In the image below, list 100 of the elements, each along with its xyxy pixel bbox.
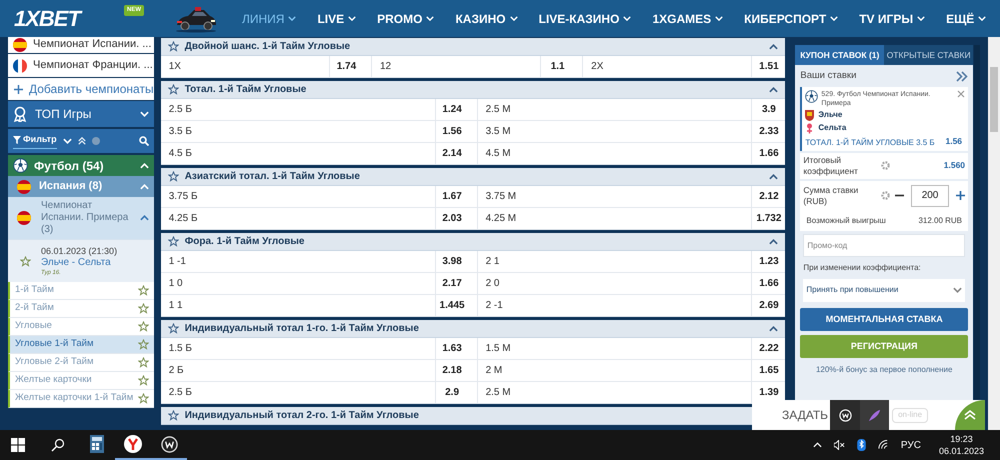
outcome-label: 1X — [168, 60, 182, 74]
stake-input[interactable]: 200 — [911, 184, 950, 207]
championship-item[interactable]: Чемпионат Испании. ... — [8, 37, 154, 53]
odds-button[interactable]: 1.23 — [751, 251, 786, 272]
star-icon[interactable] — [138, 285, 149, 296]
nav-tab[interactable]: 1XGAMES — [652, 10, 724, 28]
odds-button[interactable]: 2.69 — [751, 295, 786, 316]
odds-button[interactable]: 1.24 — [434, 99, 469, 120]
nav-tab[interactable]: КИБЕРСПОРТ — [744, 10, 838, 28]
clock[interactable]: 19:23 06.01.2023 — [938, 433, 984, 457]
star-icon[interactable] — [138, 303, 149, 314]
odds-button[interactable]: 2.03 — [434, 208, 469, 229]
star-icon[interactable] — [138, 339, 149, 350]
odds-button[interactable]: 1.56 — [434, 121, 469, 142]
odds-button[interactable]: 1.66 — [751, 143, 786, 164]
caret-down-icon — [288, 16, 296, 21]
odds-change-select[interactable]: Принять при повышении — [803, 278, 966, 302]
odds-button[interactable]: 2.9 — [434, 382, 469, 403]
odds-button[interactable]: 1.445 — [434, 295, 469, 316]
browser-icon[interactable] — [124, 435, 142, 453]
odds-button[interactable]: 2.14 — [434, 143, 469, 164]
star-icon[interactable] — [138, 393, 149, 404]
language-indicator[interactable]: РУС — [900, 438, 921, 452]
odds-button[interactable]: 1.65 — [751, 360, 786, 381]
caret-down-icon[interactable] — [953, 287, 962, 294]
close-icon[interactable] — [957, 90, 966, 98]
windows-icon[interactable] — [11, 438, 25, 452]
odds-button[interactable]: 1.63 — [434, 338, 469, 359]
favorite-star-icon[interactable] — [168, 410, 179, 421]
star-icon[interactable] — [138, 375, 149, 386]
caret-down-icon — [510, 16, 518, 21]
team-name: Сельта — [818, 122, 846, 134]
favorite-star-icon[interactable] — [168, 84, 179, 95]
promo-code-field[interactable]: Промо-код — [803, 234, 966, 257]
odds-button[interactable]: 1.67 — [434, 186, 469, 207]
odds-button[interactable]: 2.33 — [751, 121, 786, 142]
championship-item[interactable]: Чемпионат Франции. ... — [8, 54, 154, 77]
star-icon[interactable] — [138, 357, 149, 368]
bluetooth-icon[interactable] — [856, 439, 866, 451]
quick-bet-button[interactable]: МОМЕНТАЛЬНАЯ СТАВКА — [800, 308, 968, 331]
nav-tab[interactable]: TV ИГРЫ — [859, 10, 926, 28]
favorite-star-icon[interactable] — [168, 41, 179, 52]
outcome-label: 3.5 М — [484, 125, 512, 139]
match-teams[interactable]: Эльче - Сельта — [41, 256, 118, 268]
odds-button[interactable]: 1.732 — [751, 208, 786, 229]
nav-tab[interactable]: LIVE — [317, 10, 356, 28]
favorite-star-icon[interactable] — [168, 236, 179, 247]
odds-button[interactable]: 1.1 — [540, 56, 574, 77]
odds-button[interactable]: 2.22 — [751, 338, 786, 359]
feather-icon[interactable] — [868, 408, 882, 422]
add-championships-button[interactable]: Добавить чемпионаты — [8, 78, 154, 100]
odds-button[interactable]: 2.17 — [434, 273, 469, 294]
nav-tab[interactable]: PROMO — [377, 10, 434, 28]
outcome-label: 3.75 Б — [168, 190, 199, 204]
odds-button[interactable]: 3.98 — [434, 251, 469, 272]
search-icon[interactable] — [51, 438, 65, 452]
award-icon — [13, 106, 27, 122]
filter-icon — [13, 136, 21, 144]
scroll-up-icon[interactable] — [964, 410, 976, 420]
odds-button[interactable]: 2.18 — [434, 360, 469, 381]
double-chevron-icon[interactable] — [956, 70, 968, 82]
outcome-label: 1 1 — [168, 299, 184, 313]
logo[interactable]: 1XBET — [14, 2, 124, 35]
wifi-icon[interactable] — [878, 440, 889, 450]
star-icon[interactable] — [138, 321, 149, 332]
your-bets-label: Ваши ставки — [800, 68, 858, 83]
odds-button[interactable]: 1.66 — [751, 273, 786, 294]
calculator-icon[interactable] — [90, 435, 104, 453]
odds-button[interactable]: 2.12 — [751, 186, 786, 207]
nav-tab[interactable]: ЛИНИЯ — [242, 10, 296, 28]
nav-tab[interactable]: ЕЩЁ — [946, 10, 986, 28]
coupon-tab[interactable]: КУПОН СТАВОК (1) — [795, 45, 884, 65]
speaker-muted-icon[interactable] — [834, 440, 845, 450]
favorite-star-icon[interactable] — [20, 256, 31, 266]
outcome-label: 1 -1 — [168, 255, 187, 269]
chat-label[interactable]: ЗАДАТЬ — [782, 406, 828, 424]
scrollbar[interactable] — [988, 37, 1000, 430]
team-crest-icon — [805, 122, 814, 134]
outcome-label: 2 Б — [168, 364, 185, 378]
favorite-star-icon[interactable] — [168, 323, 179, 334]
nav-tab[interactable]: КАЗИНО — [455, 10, 518, 28]
collapse-icon[interactable] — [78, 137, 86, 145]
market-title: Азиатский тотал. 1-й Тайм Угловые — [184, 170, 361, 184]
bonus-link[interactable]: 120%-й бонус за первое пополнение — [795, 364, 974, 376]
market-title: Двойной шанс. 1-й Тайм Угловые — [184, 40, 352, 54]
odds-button[interactable]: 1.51 — [751, 56, 786, 77]
favorite-star-icon[interactable] — [168, 171, 179, 182]
top-games-header[interactable]: ТОП Игры — [8, 101, 154, 127]
nav-tab[interactable]: LIVE-КАЗИНО — [538, 10, 632, 28]
sport-header[interactable]: Футбол (54) — [8, 155, 154, 176]
team-crest-icon — [805, 110, 814, 120]
market-title: Фора. 1-й Тайм Угловые — [184, 235, 306, 249]
coupon-tab[interactable]: ОТКРЫТЫЕ СТАВКИ — [884, 45, 974, 65]
odds-button[interactable]: 1.74 — [328, 56, 363, 77]
plus-icon[interactable] — [956, 191, 966, 200]
odds-button[interactable]: 3.9 — [751, 99, 786, 120]
market-item[interactable]: Угловые 1-й Тайм — [8, 336, 154, 354]
outcome-label: 2 1 — [484, 255, 500, 269]
app-icon[interactable] — [160, 436, 178, 452]
possible-win-label: Возможный выигрыш — [806, 214, 886, 227]
